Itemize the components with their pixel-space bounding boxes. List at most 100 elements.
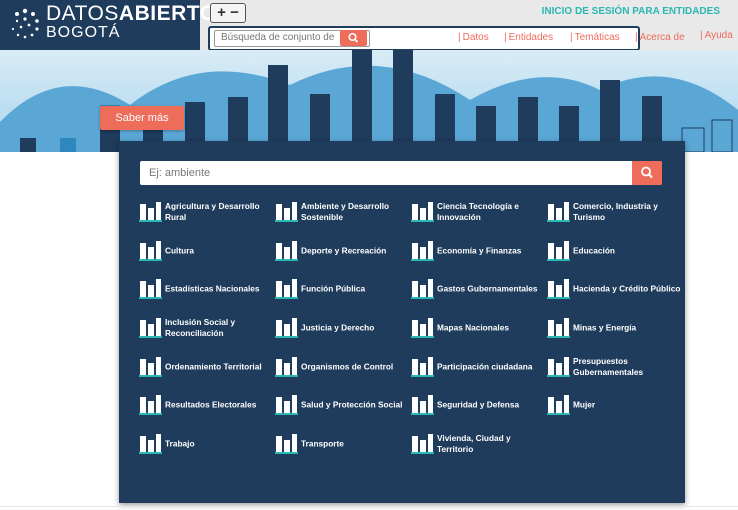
agriculture-icon bbox=[139, 202, 162, 222]
logo-text-line1: DATOSABIERTOS bbox=[46, 2, 232, 25]
datos-abiertos-logo[interactable]: DATOSABIERTOS BOGOTÁ bbox=[0, 0, 231, 50]
dataset-search-button[interactable] bbox=[340, 30, 367, 46]
participation-icon bbox=[411, 357, 434, 377]
category-label: Educación bbox=[573, 245, 615, 256]
logo-text-line2: BOGOTÁ bbox=[46, 24, 121, 41]
hero-skyline-illustration bbox=[0, 50, 738, 152]
maps-icon bbox=[411, 318, 434, 338]
housing-icon bbox=[411, 434, 434, 454]
category-search-input[interactable]: Ej: ambiente bbox=[140, 161, 662, 185]
search-icon bbox=[641, 166, 653, 179]
category-item[interactable]: Mapas Nacionales bbox=[409, 312, 545, 344]
dataset-search-placeholder: Búsqueda de conjunto de bbox=[221, 32, 335, 43]
category-item[interactable]: Presupuestos Gubernamentales bbox=[545, 351, 681, 383]
footer-divider bbox=[0, 506, 738, 507]
category-label: Gastos Gubernamentales bbox=[437, 283, 538, 294]
category-item[interactable]: Seguridad y Defensa bbox=[409, 389, 545, 421]
category-item[interactable]: Ordenamiento Territorial bbox=[137, 351, 273, 383]
nav-tematicas[interactable]: | Temáticas bbox=[570, 32, 620, 43]
health-icon bbox=[275, 395, 298, 415]
category-item[interactable]: Participación ciudadana bbox=[409, 351, 545, 383]
category-label: Función Pública bbox=[301, 283, 366, 294]
category-item[interactable]: Resultados Electorales bbox=[137, 389, 273, 421]
category-item[interactable]: Organismos de Control bbox=[273, 351, 409, 383]
category-item[interactable]: Cultura bbox=[137, 235, 273, 267]
hero-banner: Saber más bbox=[0, 50, 738, 152]
justice-icon bbox=[275, 318, 298, 338]
government-spending-icon bbox=[411, 279, 434, 299]
work-icon bbox=[139, 434, 162, 454]
nav-ayuda[interactable]: | Ayuda bbox=[700, 30, 733, 41]
category-item[interactable]: Justicia y Derecho bbox=[273, 312, 409, 344]
category-item[interactable]: Salud y Protección Social bbox=[273, 389, 409, 421]
categories-panel: Ej: ambiente Agricultura y Desarrollo Ru… bbox=[119, 141, 685, 503]
category-item[interactable]: Vivienda, Ciudad y Territorio bbox=[409, 428, 545, 460]
top-bar: DATOSABIERTOS BOGOTÁ + − INICIO DE SESIÓ… bbox=[0, 0, 738, 51]
category-label: Agricultura y Desarrollo Rural bbox=[165, 201, 260, 222]
statistics-icon bbox=[139, 279, 162, 299]
category-label: Seguridad y Defensa bbox=[437, 399, 520, 410]
category-label: Vivienda, Ciudad y Territorio bbox=[437, 433, 511, 454]
category-item[interactable]: Deporte y Recreación bbox=[273, 235, 409, 267]
science-icon bbox=[411, 202, 434, 222]
category-item[interactable]: Mujer bbox=[545, 389, 681, 421]
category-item[interactable]: Gastos Gubernamentales bbox=[409, 273, 545, 305]
nav-box: Búsqueda de conjunto de | Datos | Entidade… bbox=[208, 26, 685, 51]
category-label: Deporte y Recreación bbox=[301, 245, 387, 256]
category-item[interactable]: Economía y Finanzas bbox=[409, 235, 545, 267]
category-item[interactable]: Estadísticas Nacionales bbox=[137, 273, 273, 305]
category-label: Participación ciudadana bbox=[437, 361, 533, 372]
public-function-icon bbox=[275, 279, 298, 299]
category-label: Transporte bbox=[301, 438, 344, 449]
category-item[interactable]: Agricultura y Desarrollo Rural bbox=[137, 196, 273, 228]
category-label: Comercio, Industria y Turismo bbox=[573, 201, 658, 222]
woman-icon bbox=[547, 395, 570, 415]
environment-icon bbox=[275, 202, 298, 222]
login-link[interactable]: INICIO DE SESIÓN PARA ENTIDADES bbox=[542, 6, 720, 17]
category-search-button[interactable] bbox=[632, 161, 662, 185]
category-label: Cultura bbox=[165, 245, 195, 256]
control-icon bbox=[275, 357, 298, 377]
category-label: Ordenamiento Territorial bbox=[165, 361, 262, 372]
economy-icon bbox=[411, 241, 434, 261]
category-item[interactable]: Trabajo bbox=[137, 428, 273, 460]
social-inclusion-icon bbox=[139, 318, 162, 338]
culture-icon bbox=[139, 241, 162, 261]
zoom-buttons[interactable]: + − bbox=[210, 3, 246, 23]
logo-mark-icon bbox=[11, 8, 39, 39]
industry-icon bbox=[547, 202, 570, 222]
category-item[interactable]: Hacienda y Crédito Público bbox=[545, 273, 681, 305]
category-label: Minas y Energía bbox=[573, 322, 637, 333]
nav-acerca-de[interactable]: | Acerca de bbox=[635, 32, 685, 43]
category-label: Presupuestos Gubernamentales bbox=[573, 356, 644, 377]
category-item[interactable]: Transporte bbox=[273, 428, 409, 460]
category-label: Ambiente y Desarrollo Sostenible bbox=[301, 201, 390, 222]
category-item[interactable]: Educación bbox=[545, 235, 681, 267]
category-item[interactable]: Ambiente y Desarrollo Sostenible bbox=[273, 196, 409, 228]
sport-icon bbox=[275, 241, 298, 261]
category-label: Ciencia Tecnología e Innovación bbox=[437, 201, 519, 222]
elections-icon bbox=[139, 395, 162, 415]
category-label: Justicia y Derecho bbox=[301, 322, 375, 333]
category-label: Estadísticas Nacionales bbox=[165, 283, 260, 294]
security-icon bbox=[411, 395, 434, 415]
category-label: Salud y Protección Social bbox=[301, 399, 403, 410]
category-label: Inclusión Social y Reconciliación bbox=[165, 317, 236, 338]
category-item[interactable]: Ciencia Tecnología e Innovación bbox=[409, 196, 545, 228]
category-label: Mujer bbox=[573, 399, 596, 410]
category-item[interactable]: Inclusión Social y Reconciliación bbox=[137, 312, 273, 344]
saber-mas-button[interactable]: Saber más bbox=[100, 106, 184, 130]
category-label: Trabajo bbox=[165, 438, 195, 449]
category-search-placeholder: Ej: ambiente bbox=[149, 167, 211, 179]
category-item[interactable]: Minas y Energía bbox=[545, 312, 681, 344]
category-label: Organismos de Control bbox=[301, 361, 394, 372]
category-item[interactable]: Comercio, Industria y Turismo bbox=[545, 196, 681, 228]
nav-entidades[interactable]: | Entidades bbox=[504, 32, 553, 43]
nav-datos[interactable]: | Datos bbox=[458, 32, 489, 43]
transport-icon bbox=[275, 434, 298, 454]
budget-icon bbox=[547, 357, 570, 377]
category-label: Hacienda y Crédito Público bbox=[573, 283, 681, 294]
territorial-icon bbox=[139, 357, 162, 377]
category-item[interactable]: Función Pública bbox=[273, 273, 409, 305]
education-icon bbox=[547, 241, 570, 261]
